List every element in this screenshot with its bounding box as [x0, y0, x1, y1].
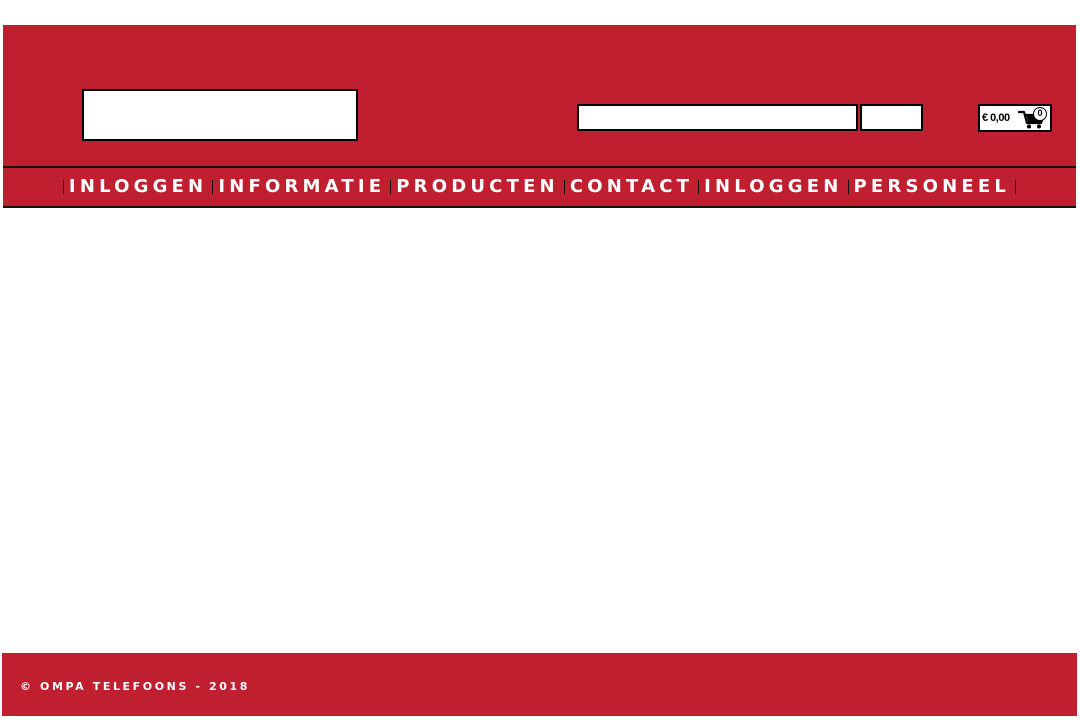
nav-separator	[390, 180, 392, 194]
nav-separator	[847, 180, 849, 194]
nav-separator	[563, 180, 565, 194]
nav-item-inloggen-2[interactable]: INLOGGEN	[704, 168, 842, 206]
cart-total: € 0,00	[982, 112, 1010, 124]
nav-separator	[212, 180, 214, 194]
cart-button[interactable]: € 0,00 0	[978, 104, 1052, 132]
nav-item-informatie[interactable]: INFORMATIE	[218, 168, 385, 206]
main-navigation: INLOGGEN INFORMATIE PRODUCTEN CONTACT IN…	[3, 166, 1076, 208]
cart-count-badge: 0	[1033, 107, 1047, 121]
site-footer: © OMPA TELEFOONS - 2018	[2, 653, 1077, 716]
nav-separator	[1015, 180, 1017, 194]
nav-item-inloggen[interactable]: INLOGGEN	[69, 168, 207, 206]
copyright-text: © OMPA TELEFOONS - 2018	[20, 680, 251, 693]
nav-separator	[62, 180, 64, 194]
nav-separator	[698, 180, 700, 194]
nav-item-personeel[interactable]: PERSONEEL	[854, 168, 1011, 206]
main-content	[0, 208, 1080, 652]
nav-list: INLOGGEN INFORMATIE PRODUCTEN CONTACT IN…	[3, 168, 1076, 206]
search-button[interactable]	[860, 104, 923, 131]
logo[interactable]	[82, 89, 358, 141]
nav-item-contact[interactable]: CONTACT	[570, 168, 693, 206]
search-input[interactable]	[577, 104, 858, 131]
nav-item-producten[interactable]: PRODUCTEN	[396, 168, 559, 206]
site-header: € 0,00 0	[3, 25, 1076, 166]
